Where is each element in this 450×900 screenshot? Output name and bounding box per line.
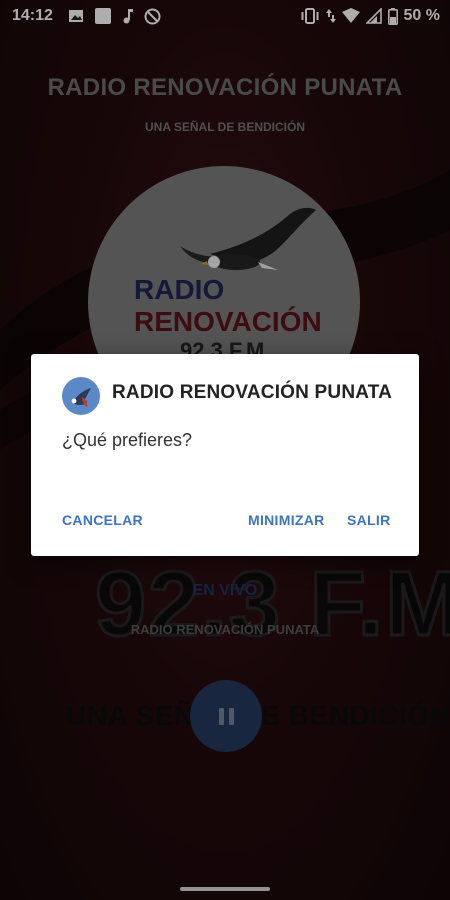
exit-button[interactable]: SALIR (347, 512, 391, 528)
app-icon (62, 377, 100, 415)
dialog-message: ¿Qué prefieres? (62, 430, 193, 450)
minimize-button[interactable]: MINIMIZAR (248, 512, 325, 528)
cancel-button[interactable]: CANCELAR (62, 512, 143, 528)
exit-dialog: RADIO RENOVACIÓN PUNATA ¿Qué prefieres? … (31, 354, 419, 556)
eagle-app-icon (71, 388, 91, 407)
dialog-title: RADIO RENOVACIÓN PUNATA (112, 382, 393, 403)
